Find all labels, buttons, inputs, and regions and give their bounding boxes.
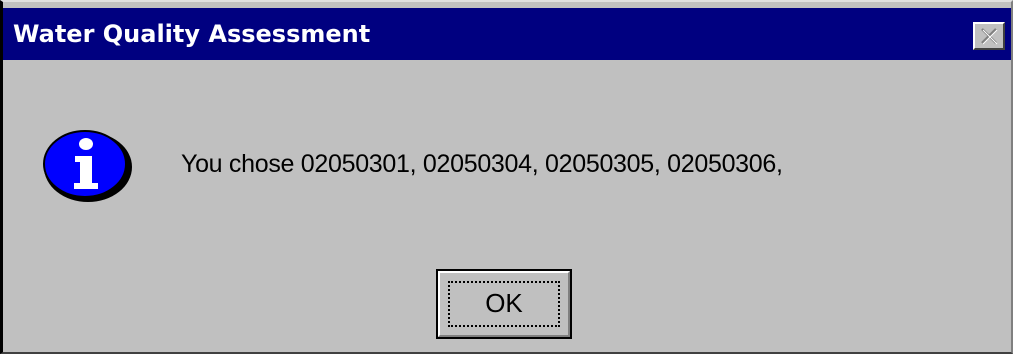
ok-button[interactable]: OK (436, 269, 572, 339)
info-icon (43, 130, 132, 202)
message-dialog: Water Quality Assessment You chose 02050… (0, 0, 1013, 354)
close-button[interactable] (973, 22, 1005, 50)
window-title: Water Quality Assessment (13, 20, 371, 48)
message-text: You chose 02050301, 02050304, 02050305, … (181, 150, 783, 178)
close-icon (981, 28, 998, 45)
ok-button-label: OK (485, 288, 523, 318)
title-bar[interactable]: Water Quality Assessment (3, 8, 1011, 60)
